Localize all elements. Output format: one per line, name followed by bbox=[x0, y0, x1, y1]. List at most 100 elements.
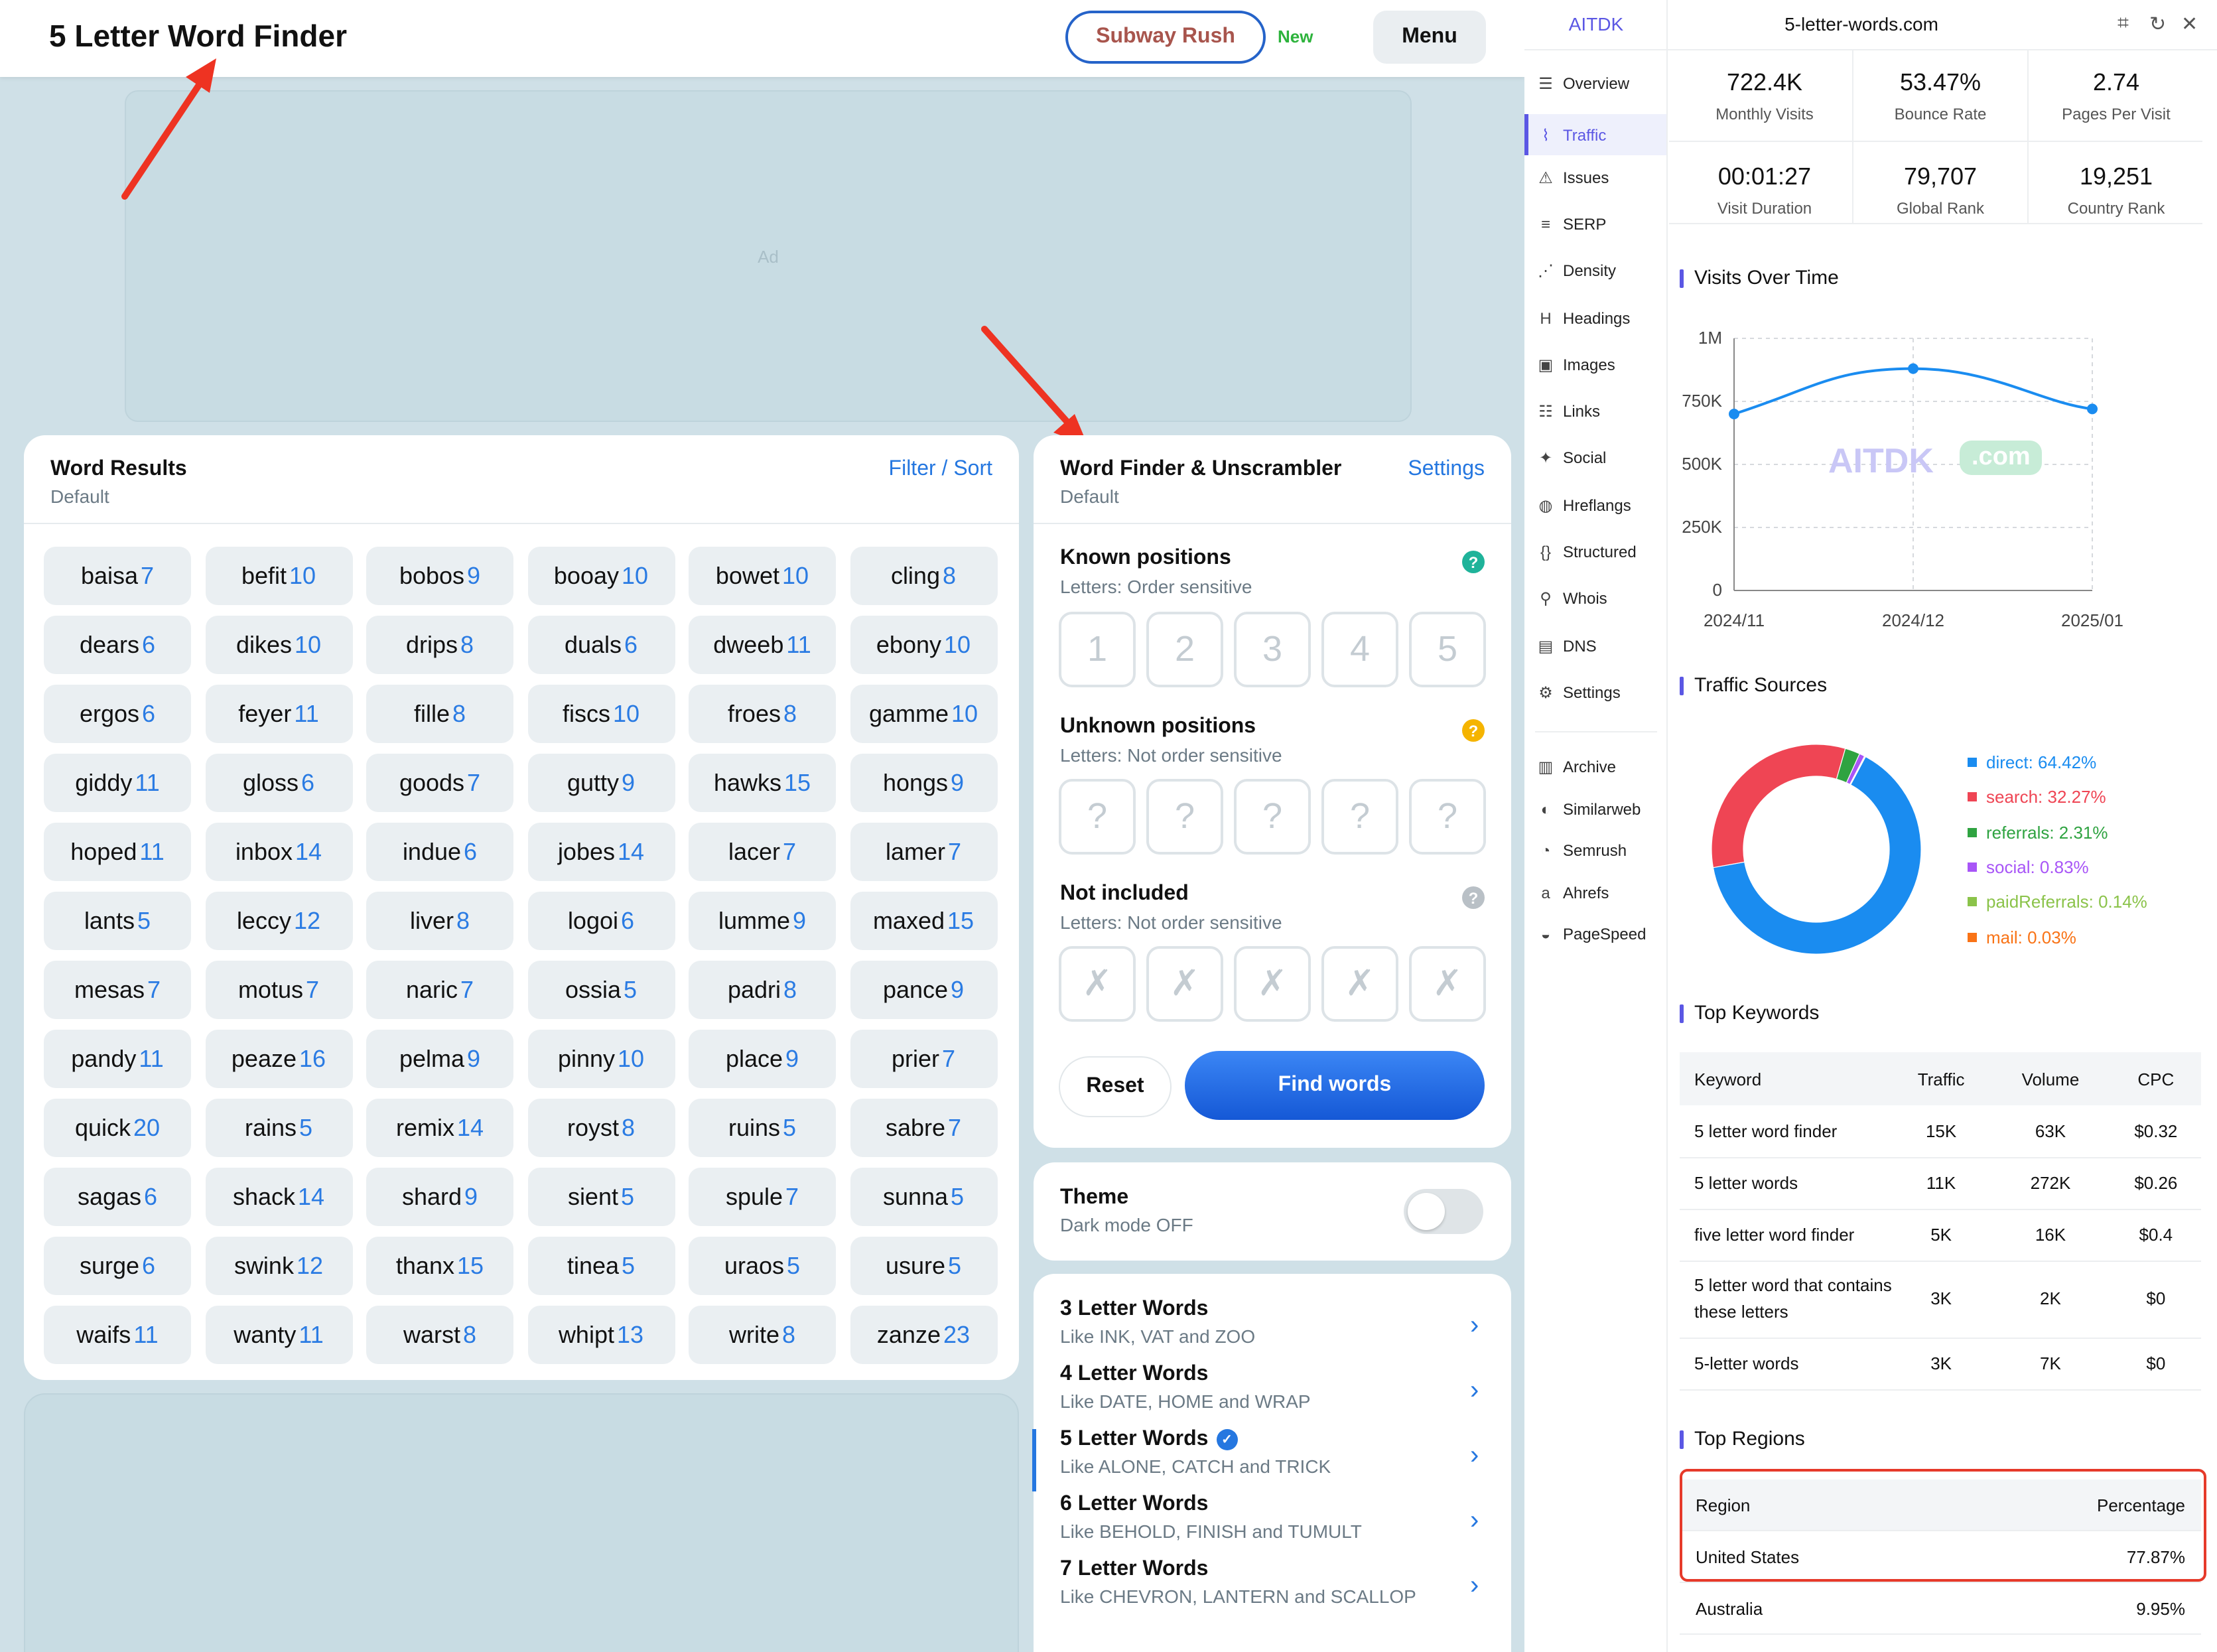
settings-link[interactable]: Settings bbox=[1408, 458, 1485, 482]
word-chip[interactable]: bowet 10 bbox=[689, 547, 836, 605]
nav-social[interactable]: ✦ Social bbox=[1536, 449, 1661, 468]
nav-structured[interactable]: {} Structured bbox=[1536, 543, 1661, 561]
nav-overview[interactable]: ☰ Overview bbox=[1536, 74, 1661, 93]
nav-dns[interactable]: ▤ DNS bbox=[1536, 636, 1661, 655]
refresh-icon[interactable]: ↻ bbox=[2149, 12, 2166, 36]
word-chip[interactable]: feyer 11 bbox=[205, 685, 352, 743]
word-chip[interactable]: ossia 5 bbox=[527, 961, 675, 1019]
word-chip[interactable]: tinea 5 bbox=[527, 1237, 675, 1295]
nav-density[interactable]: ⋰ Density bbox=[1536, 261, 1661, 280]
word-chip[interactable]: rains 5 bbox=[205, 1099, 352, 1157]
word-chip[interactable]: maxed 15 bbox=[850, 892, 997, 950]
word-chip[interactable]: dikes 10 bbox=[205, 616, 352, 674]
tool-semrush[interactable]: ◔ Semrush bbox=[1536, 841, 1661, 860]
word-chip[interactable]: pandy 11 bbox=[44, 1030, 191, 1088]
close-icon[interactable]: ✕ bbox=[2181, 12, 2198, 36]
word-chip[interactable]: place 9 bbox=[689, 1030, 836, 1088]
word-chip[interactable]: swink 12 bbox=[205, 1237, 352, 1295]
word-chip[interactable]: sunna 5 bbox=[850, 1168, 997, 1226]
excluded-letter-box[interactable]: ✗ bbox=[1146, 946, 1223, 1022]
word-chip[interactable]: zanze 23 bbox=[850, 1306, 997, 1364]
visits-line-chart[interactable]: 0 250K 500K 750K 1M 2024/11 2024/12 2025/01 bbox=[1669, 312, 2213, 644]
nav-headings[interactable]: H Headings bbox=[1536, 309, 1661, 327]
word-chip[interactable]: goods 7 bbox=[366, 754, 513, 812]
word-chip[interactable]: write 8 bbox=[689, 1306, 836, 1364]
word-chip[interactable]: ebony 10 bbox=[850, 616, 997, 674]
known-position-box[interactable]: 2 bbox=[1146, 612, 1223, 687]
word-chip[interactable]: sabre 7 bbox=[850, 1099, 997, 1157]
word-list-link[interactable]: 5 Letter Words ✓ Like ALONE, CATCH and TRI… bbox=[1060, 1428, 1331, 1477]
word-chip[interactable]: lacer 7 bbox=[689, 823, 836, 881]
nav-whois[interactable]: ⚲ Whois bbox=[1536, 590, 1661, 608]
word-chip[interactable]: mesas 7 bbox=[44, 961, 191, 1019]
unknown-letter-box[interactable]: ? bbox=[1234, 779, 1311, 855]
word-chip[interactable]: giddy 11 bbox=[44, 754, 191, 812]
word-chip[interactable]: peaze 16 bbox=[205, 1030, 352, 1088]
word-chip[interactable]: lumme 9 bbox=[689, 892, 836, 950]
nav-links[interactable]: ☷ Links bbox=[1536, 402, 1661, 421]
word-chip[interactable]: logoi 6 bbox=[527, 892, 675, 950]
excluded-letter-box[interactable]: ✗ bbox=[1234, 946, 1311, 1022]
word-chip[interactable]: dweeb 11 bbox=[689, 616, 836, 674]
word-chip[interactable]: booay 10 bbox=[527, 547, 675, 605]
word-chip[interactable]: naric 7 bbox=[366, 961, 513, 1019]
word-list-link[interactable]: 7 Letter Words Like CHEVRON, LANTERN and … bbox=[1060, 1558, 1416, 1607]
word-chip[interactable]: cling 8 bbox=[850, 547, 997, 605]
nav-settings[interactable]: ⚙ Settings bbox=[1536, 683, 1661, 702]
crop-icon[interactable]: ⌗ bbox=[2117, 12, 2129, 34]
aitdk-brand[interactable]: AITDK bbox=[1524, 13, 1668, 34]
word-chip[interactable]: hongs 9 bbox=[850, 754, 997, 812]
excluded-letter-box[interactable]: ✗ bbox=[1409, 946, 1486, 1022]
word-chip[interactable]: remix 14 bbox=[366, 1099, 513, 1157]
word-chip[interactable]: jobes 14 bbox=[527, 823, 675, 881]
word-chip[interactable]: whipt 13 bbox=[527, 1306, 675, 1364]
word-chip[interactable]: duals 6 bbox=[527, 616, 675, 674]
word-chip[interactable]: shard 9 bbox=[366, 1168, 513, 1226]
word-chip[interactable]: pance 9 bbox=[850, 961, 997, 1019]
word-chip[interactable]: sagas 6 bbox=[44, 1168, 191, 1226]
word-chip[interactable]: gutty 9 bbox=[527, 754, 675, 812]
known-position-box[interactable]: 1 bbox=[1059, 612, 1136, 687]
traffic-donut-chart[interactable] bbox=[1704, 736, 1929, 962]
donut-slice-search[interactable] bbox=[1711, 744, 1846, 868]
unknown-letter-box[interactable]: ? bbox=[1059, 779, 1136, 855]
word-chip[interactable]: baisa 7 bbox=[44, 547, 191, 605]
nav-images[interactable]: ▣ Images bbox=[1536, 356, 1661, 374]
known-position-box[interactable]: 5 bbox=[1409, 612, 1486, 687]
word-chip[interactable]: quick 20 bbox=[44, 1099, 191, 1157]
tool-similarweb[interactable]: ◐ Similarweb bbox=[1536, 799, 1661, 818]
word-chip[interactable]: surge 6 bbox=[44, 1237, 191, 1295]
known-position-box[interactable]: 3 bbox=[1234, 612, 1311, 687]
word-chip[interactable]: waifs 11 bbox=[44, 1306, 191, 1364]
word-chip[interactable]: wanty 11 bbox=[205, 1306, 352, 1364]
tool-ahrefs[interactable]: a Ahrefs bbox=[1536, 883, 1661, 902]
excluded-help-icon[interactable]: ? bbox=[1462, 886, 1485, 909]
word-chip[interactable]: fille 8 bbox=[366, 685, 513, 743]
word-chip[interactable]: bobos 9 bbox=[366, 547, 513, 605]
unknown-letter-box[interactable]: ? bbox=[1146, 779, 1223, 855]
word-chip[interactable]: froes 8 bbox=[689, 685, 836, 743]
word-chip[interactable]: dears 6 bbox=[44, 616, 191, 674]
word-chip[interactable]: spule 7 bbox=[689, 1168, 836, 1226]
word-chip[interactable]: gloss 6 bbox=[205, 754, 352, 812]
word-chip[interactable]: lamer 7 bbox=[850, 823, 997, 881]
word-chip[interactable]: ruins 5 bbox=[689, 1099, 836, 1157]
word-chip[interactable]: uraos 5 bbox=[689, 1237, 836, 1295]
nav-hreflangs[interactable]: ◍ Hreflangs bbox=[1536, 496, 1661, 514]
word-chip[interactable]: gamme 10 bbox=[850, 685, 997, 743]
word-chip[interactable]: ergos 6 bbox=[44, 685, 191, 743]
tool-pagespeed[interactable]: ◒ PageSpeed bbox=[1536, 925, 1661, 943]
known-help-icon[interactable]: ? bbox=[1462, 551, 1485, 573]
nav-traffic[interactable]: ⌇ Traffic bbox=[1524, 114, 1666, 155]
excluded-letter-box[interactable]: ✗ bbox=[1321, 946, 1398, 1022]
word-chip[interactable]: shack 14 bbox=[205, 1168, 352, 1226]
word-chip[interactable]: thanx 15 bbox=[366, 1237, 513, 1295]
word-chip[interactable]: padri 8 bbox=[689, 961, 836, 1019]
word-chip[interactable]: hawks 15 bbox=[689, 754, 836, 812]
unknown-letter-box[interactable]: ? bbox=[1409, 779, 1486, 855]
word-chip[interactable]: indue 6 bbox=[366, 823, 513, 881]
excluded-letter-box[interactable]: ✗ bbox=[1059, 946, 1136, 1022]
word-list-link[interactable]: 4 Letter Words Like DATE, HOME and WRAP bbox=[1060, 1363, 1311, 1412]
word-chip[interactable]: pinny 10 bbox=[527, 1030, 675, 1088]
word-chip[interactable]: fiscs 10 bbox=[527, 685, 675, 743]
